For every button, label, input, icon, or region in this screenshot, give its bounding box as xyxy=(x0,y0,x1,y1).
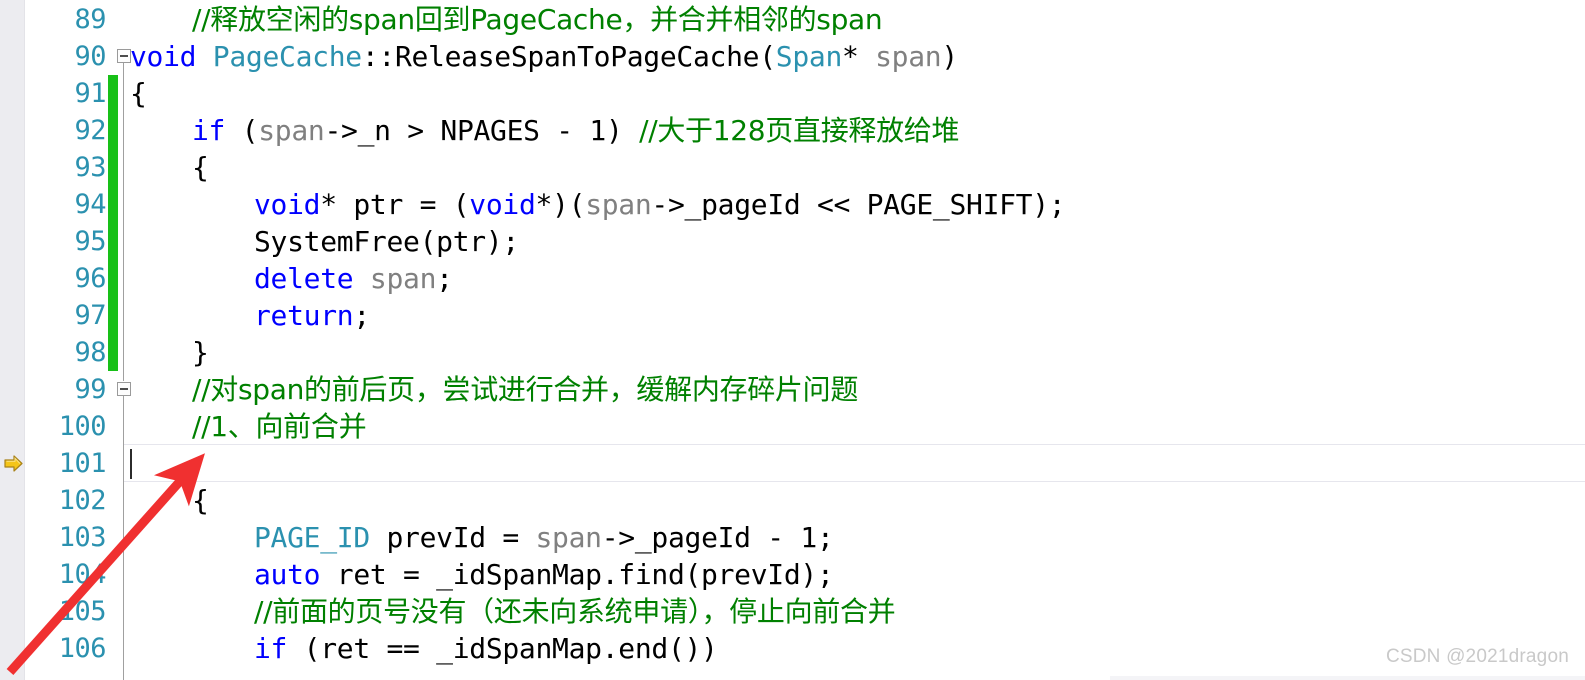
code-token-kw: return xyxy=(254,299,354,332)
code-token-pun: ->_n > NPAGES - 1) xyxy=(324,114,640,147)
code-token-pun: } xyxy=(192,336,209,369)
code-line[interactable]: 97 return; xyxy=(0,297,1585,334)
code-text[interactable]: //对span的前后页，尝试进行合并，缓解内存碎片问题 xyxy=(192,371,858,408)
change-bar xyxy=(108,297,118,334)
code-text[interactable]: if (ret == _idSpanMap.end()) xyxy=(254,630,718,667)
code-token-kw: if xyxy=(192,114,226,147)
fold-collapse-icon[interactable] xyxy=(117,382,131,396)
change-bar xyxy=(108,334,118,371)
code-text[interactable]: return; xyxy=(254,297,370,334)
change-bar xyxy=(108,186,118,223)
change-bar xyxy=(108,223,118,260)
code-line[interactable]: 106 if (ret == _idSpanMap.end()) xyxy=(0,630,1585,667)
fold-collapse-icon[interactable] xyxy=(117,49,131,63)
code-line[interactable]: 94 void* ptr = (void*)(span->_pageId << P… xyxy=(0,186,1585,223)
code-token-pun: *)( xyxy=(535,188,586,221)
code-token-pun: { xyxy=(130,77,147,110)
code-token-cmt: //释放空闲的span回到PageCache，并合并相邻的span xyxy=(192,3,883,36)
code-line[interactable]: 104 auto ret = _idSpanMap.find(prevId); xyxy=(0,556,1585,593)
code-line[interactable]: 98} xyxy=(0,334,1585,371)
code-text[interactable]: //前面的页号没有（还未向系统申请），停止向前合并 xyxy=(254,593,896,630)
code-line[interactable]: 89//释放空闲的span回到PageCache，并合并相邻的span xyxy=(0,1,1585,38)
code-token-pun: ret = _idSpanMap.find(prevId); xyxy=(320,558,834,591)
code-line[interactable]: 105//前面的页号没有（还未向系统申请），停止向前合并 xyxy=(0,593,1585,630)
code-editor[interactable]: 89//释放空闲的span回到PageCache，并合并相邻的span 90 voi… xyxy=(0,0,1585,680)
code-token-pun: ::ReleaseSpanToPageCache( xyxy=(361,40,776,73)
fold-guide-line xyxy=(123,62,124,381)
text-caret xyxy=(130,449,132,479)
code-line[interactable]: 93{ xyxy=(0,149,1585,186)
change-bar xyxy=(108,112,118,149)
code-token-cmt: //前面的页号没有（还未向系统申请），停止向前合并 xyxy=(254,595,896,628)
code-text[interactable]: { xyxy=(192,149,209,186)
code-text[interactable]: if (span->_n > NPAGES - 1) //大于128页直接释放给… xyxy=(192,112,960,149)
code-token-pun xyxy=(196,40,213,73)
code-text[interactable]: auto ret = _idSpanMap.find(prevId); xyxy=(254,556,834,593)
code-text[interactable]: PAGE_ID prevId = span->_pageId - 1; xyxy=(254,519,834,556)
code-line[interactable]: 103 PAGE_ID prevId = span->_pageId - 1; xyxy=(0,519,1585,556)
code-text[interactable]: //1、向前合并 xyxy=(192,408,367,445)
code-line[interactable]: 90 void PageCache::ReleaseSpanToPageCache… xyxy=(0,38,1585,75)
code-token-pun: prevId = xyxy=(369,521,536,554)
code-token-pun: * xyxy=(842,40,876,73)
change-bar xyxy=(108,149,118,186)
change-bar xyxy=(108,75,118,112)
code-token-pun: ->_pageId << PAGE_SHIFT); xyxy=(651,188,1066,221)
code-token-cmt: //大于128页直接释放给堆 xyxy=(639,114,960,147)
code-line[interactable]: 96 delete span; xyxy=(0,260,1585,297)
code-token-pun: ; xyxy=(436,262,453,295)
code-line[interactable]: 100//1、向前合并 xyxy=(0,408,1585,445)
code-token-type: PAGE_ID xyxy=(254,521,370,554)
code-token-kw: if xyxy=(254,632,288,665)
code-token-pun: { xyxy=(192,484,209,517)
code-token-pun: ; xyxy=(353,299,370,332)
code-line[interactable]: 99//对span的前后页，尝试进行合并，缓解内存碎片问题 xyxy=(0,371,1585,408)
code-token-pun: { xyxy=(192,151,209,184)
code-token-var: span xyxy=(875,40,942,73)
code-line[interactable]: 91{ xyxy=(0,75,1585,112)
csdn-watermark: CSDN @2021dragon xyxy=(1385,646,1569,667)
code-token-pun: * ptr = ( xyxy=(320,188,470,221)
code-text[interactable]: { xyxy=(130,75,147,112)
code-token-var: span xyxy=(585,188,652,221)
code-text[interactable]: //释放空闲的span回到PageCache，并合并相邻的span xyxy=(192,1,883,38)
code-token-pun: ->_pageId - 1; xyxy=(601,521,834,554)
code-token-kw: delete xyxy=(254,262,354,295)
code-token-pun: (ret == _idSpanMap.end()) xyxy=(287,632,718,665)
code-token-var: span xyxy=(258,114,325,147)
code-token-kw: auto xyxy=(254,558,321,591)
code-token-kw: void xyxy=(469,188,536,221)
code-token-cmt: //对span的前后页，尝试进行合并，缓解内存碎片问题 xyxy=(192,373,859,406)
code-text[interactable]: void PageCache::ReleaseSpanToPageCache(S… xyxy=(130,38,958,75)
code-line[interactable]: 102{ xyxy=(0,482,1585,519)
bottom-scroll-edge xyxy=(1110,676,1585,680)
code-token-pun: ) xyxy=(941,40,958,73)
code-line[interactable]: 92 if (span->_n > NPAGES - 1) //大于128页直接释… xyxy=(0,112,1585,149)
code-text[interactable]: SystemFree(ptr); xyxy=(254,223,519,260)
code-token-pun: ( xyxy=(225,114,259,147)
code-token-kw: void xyxy=(254,188,321,221)
code-text[interactable]: { xyxy=(192,482,209,519)
code-text[interactable]: void* ptr = (void*)(span->_pageId << PAG… xyxy=(254,186,1066,223)
code-text[interactable]: } xyxy=(192,334,209,371)
code-token-cmt: //1、向前合并 xyxy=(192,410,367,443)
code-text[interactable]: delete span; xyxy=(254,260,453,297)
code-token-var: span xyxy=(535,521,602,554)
change-bar xyxy=(108,260,118,297)
code-token-kw: void xyxy=(130,40,197,73)
code-line[interactable]: 95 SystemFree(ptr); xyxy=(0,223,1585,260)
code-token-type: PageCache xyxy=(212,40,362,73)
code-token-pun xyxy=(353,262,370,295)
fold-guide-line xyxy=(123,395,124,680)
indicator-margin[interactable] xyxy=(0,0,25,680)
current-statement-arrow-icon[interactable] xyxy=(4,455,23,472)
current-line-highlight xyxy=(124,444,1585,482)
code-token-type: Span xyxy=(775,40,843,73)
code-token-var: span xyxy=(369,262,437,295)
code-token-pun: SystemFree(ptr); xyxy=(254,225,519,258)
